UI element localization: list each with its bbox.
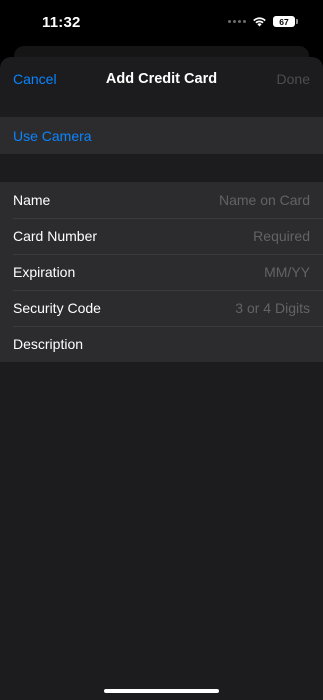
page-title: Add Credit Card [105,71,218,87]
expiration-label: Expiration [13,264,76,280]
status-bar: 11:32 67 [0,0,323,46]
card-number-field[interactable] [97,228,310,244]
use-camera-button[interactable]: Use Camera [0,117,323,154]
status-time: 11:32 [42,14,81,31]
name-field[interactable] [50,192,310,208]
form-row-expiration[interactable]: Expiration [0,254,323,290]
card-form: Name Card Number Expiration Security Cod… [0,182,323,362]
description-label: Description [13,336,84,352]
battery-icon: 67 [273,16,298,27]
expiration-field[interactable] [75,264,310,280]
security-code-field[interactable] [100,300,310,316]
form-row-description[interactable]: Description [0,326,323,362]
wifi-icon [252,16,267,27]
done-button[interactable]: Done [277,71,310,87]
status-icons: 67 [228,16,298,27]
battery-percent: 67 [279,16,289,27]
card-number-label: Card Number [13,228,98,244]
home-indicator[interactable] [104,689,219,693]
form-row-name[interactable]: Name [0,182,323,218]
add-credit-card-sheet: Cancel Add Credit Card Done Use Camera N… [0,57,323,700]
name-label: Name [13,192,51,208]
signal-dots-icon [228,20,246,23]
security-code-label: Security Code [13,300,101,316]
description-field[interactable] [83,336,310,352]
navigation-bar: Cancel Add Credit Card Done [0,57,323,103]
form-row-card-number[interactable]: Card Number [0,218,323,254]
form-row-security-code[interactable]: Security Code [0,290,323,326]
